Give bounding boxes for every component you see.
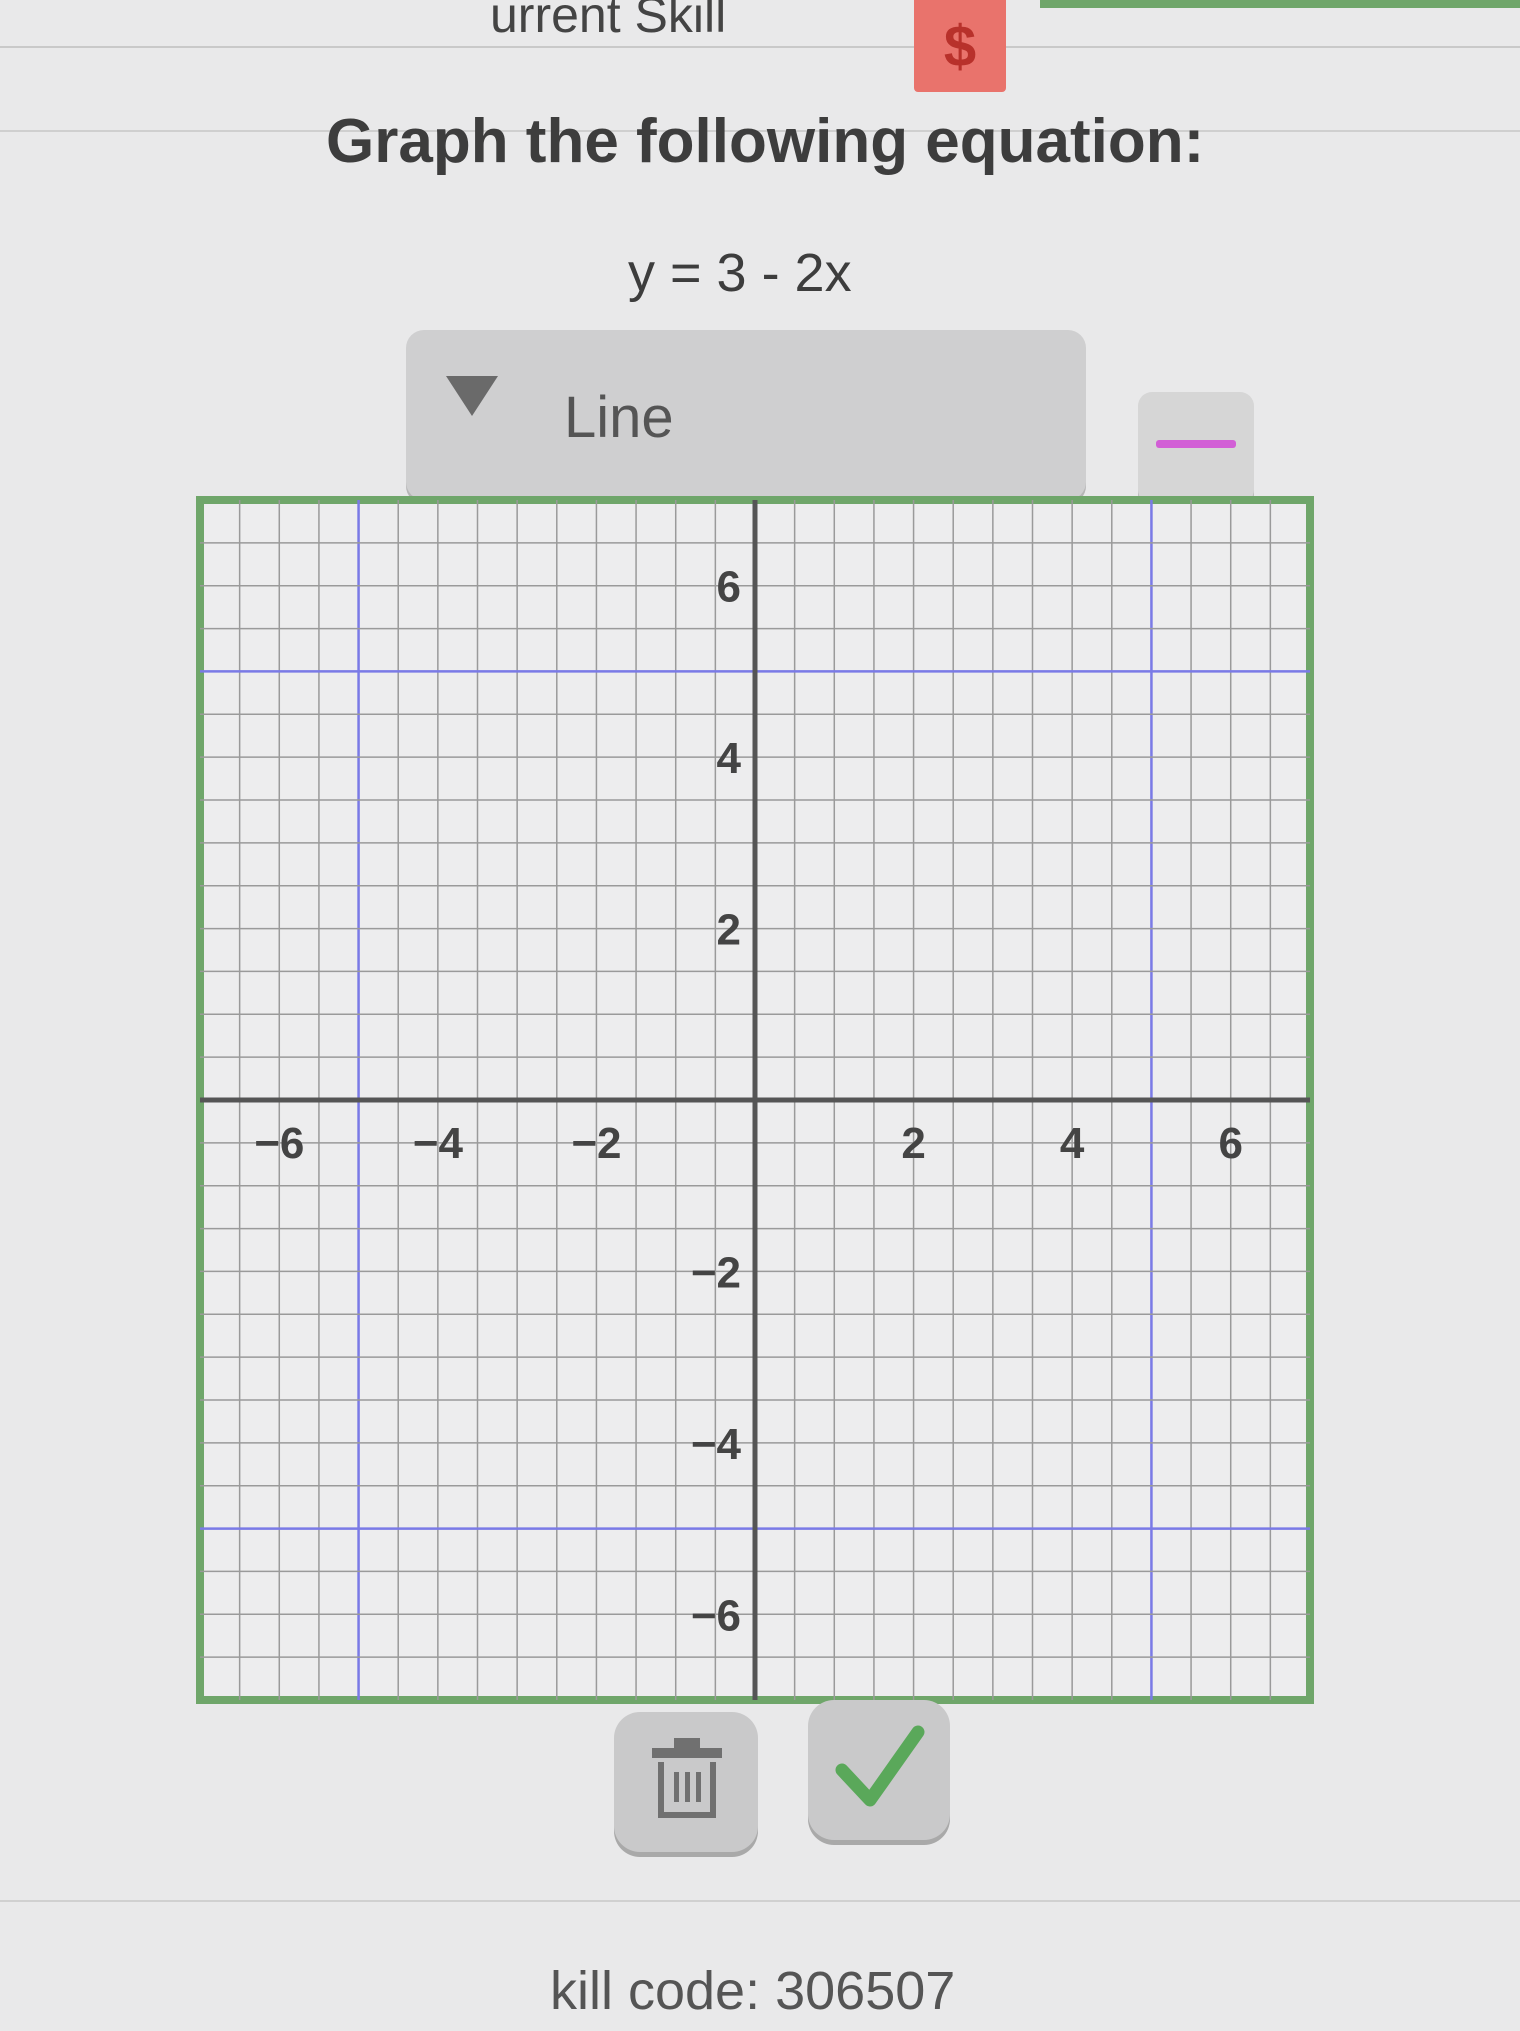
x-tick-label: 6 bbox=[1218, 1119, 1242, 1168]
trash-bin bbox=[658, 1762, 716, 1818]
x-tick-label: −4 bbox=[413, 1119, 464, 1168]
submit-button[interactable] bbox=[808, 1700, 950, 1840]
coin-icon[interactable]: $ bbox=[914, 0, 1006, 92]
current-skill-title: urrent Skill bbox=[490, 0, 727, 43]
dropdown-arrow-icon bbox=[446, 376, 498, 416]
divider bbox=[0, 1900, 1520, 1902]
y-tick-label: 2 bbox=[717, 906, 741, 955]
line-icon bbox=[1156, 440, 1236, 448]
question-prompt: Graph the following equation: bbox=[326, 107, 1205, 176]
top-accent-bar bbox=[1040, 0, 1520, 8]
y-tick-label: 6 bbox=[717, 563, 741, 612]
graph-type-select[interactable]: Line bbox=[406, 330, 1086, 500]
coordinate-grid[interactable]: −6 −4 −2 2 4 6 6 4 2 −2 −4 −6 bbox=[180, 480, 1330, 1720]
trash-icon bbox=[674, 1738, 700, 1748]
graph-type-label: Line bbox=[564, 385, 674, 450]
x-tick-label: 2 bbox=[901, 1119, 925, 1168]
x-tick-label: −2 bbox=[571, 1119, 621, 1168]
check-icon bbox=[835, 1725, 925, 1807]
skill-code: kill code: 306507 bbox=[550, 1961, 956, 2021]
x-tick-label: −6 bbox=[254, 1119, 304, 1168]
y-tick-label: −2 bbox=[691, 1248, 741, 1297]
clear-button[interactable] bbox=[614, 1712, 758, 1852]
y-tick-label: −6 bbox=[691, 1591, 741, 1640]
graph-area[interactable]: −6 −4 −2 2 4 6 6 4 2 −2 −4 −6 bbox=[180, 480, 1330, 1720]
x-tick-label: 4 bbox=[1060, 1119, 1085, 1168]
y-tick-label: −4 bbox=[691, 1420, 742, 1469]
trash-lid bbox=[652, 1748, 722, 1758]
y-tick-label: 4 bbox=[717, 734, 742, 783]
equation: y = 3 - 2x bbox=[628, 243, 852, 303]
